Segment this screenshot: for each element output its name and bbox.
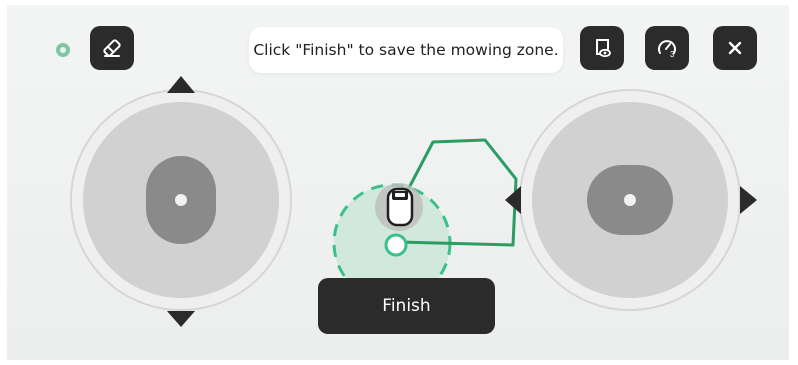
eraser-icon: [103, 39, 121, 57]
speed-gauge-icon: 3: [658, 40, 676, 59]
view-toggle-icon: [596, 39, 611, 58]
speed-level-text: 3: [670, 50, 675, 59]
up-arrow-icon[interactable]: [167, 76, 195, 93]
start-point-marker[interactable]: [384, 233, 408, 257]
status-indicator-icon: [56, 43, 70, 57]
instruction-tooltip: Click "Finish" to save the mowing zone.: [249, 27, 563, 73]
tooltip-text: Click "Finish" to save the mowing zone.: [253, 41, 559, 59]
close-icon: [728, 41, 742, 55]
left-joystick[interactable]: [70, 76, 292, 327]
speed-button[interactable]: 3: [645, 26, 689, 70]
close-button[interactable]: [713, 26, 757, 70]
right-arrow-icon[interactable]: [740, 186, 757, 214]
eraser-button[interactable]: [90, 26, 134, 70]
finish-button[interactable]: Finish: [318, 278, 495, 334]
finish-button-label: Finish: [382, 296, 431, 316]
mowing-map-screen: Click "Finish" to save the mowing zone. …: [7, 5, 789, 360]
down-arrow-icon[interactable]: [167, 311, 195, 327]
left-arrow-icon[interactable]: [505, 186, 521, 214]
view-toggle-button[interactable]: [580, 26, 624, 70]
right-joystick[interactable]: [505, 89, 757, 311]
mower-icon: [375, 183, 423, 231]
